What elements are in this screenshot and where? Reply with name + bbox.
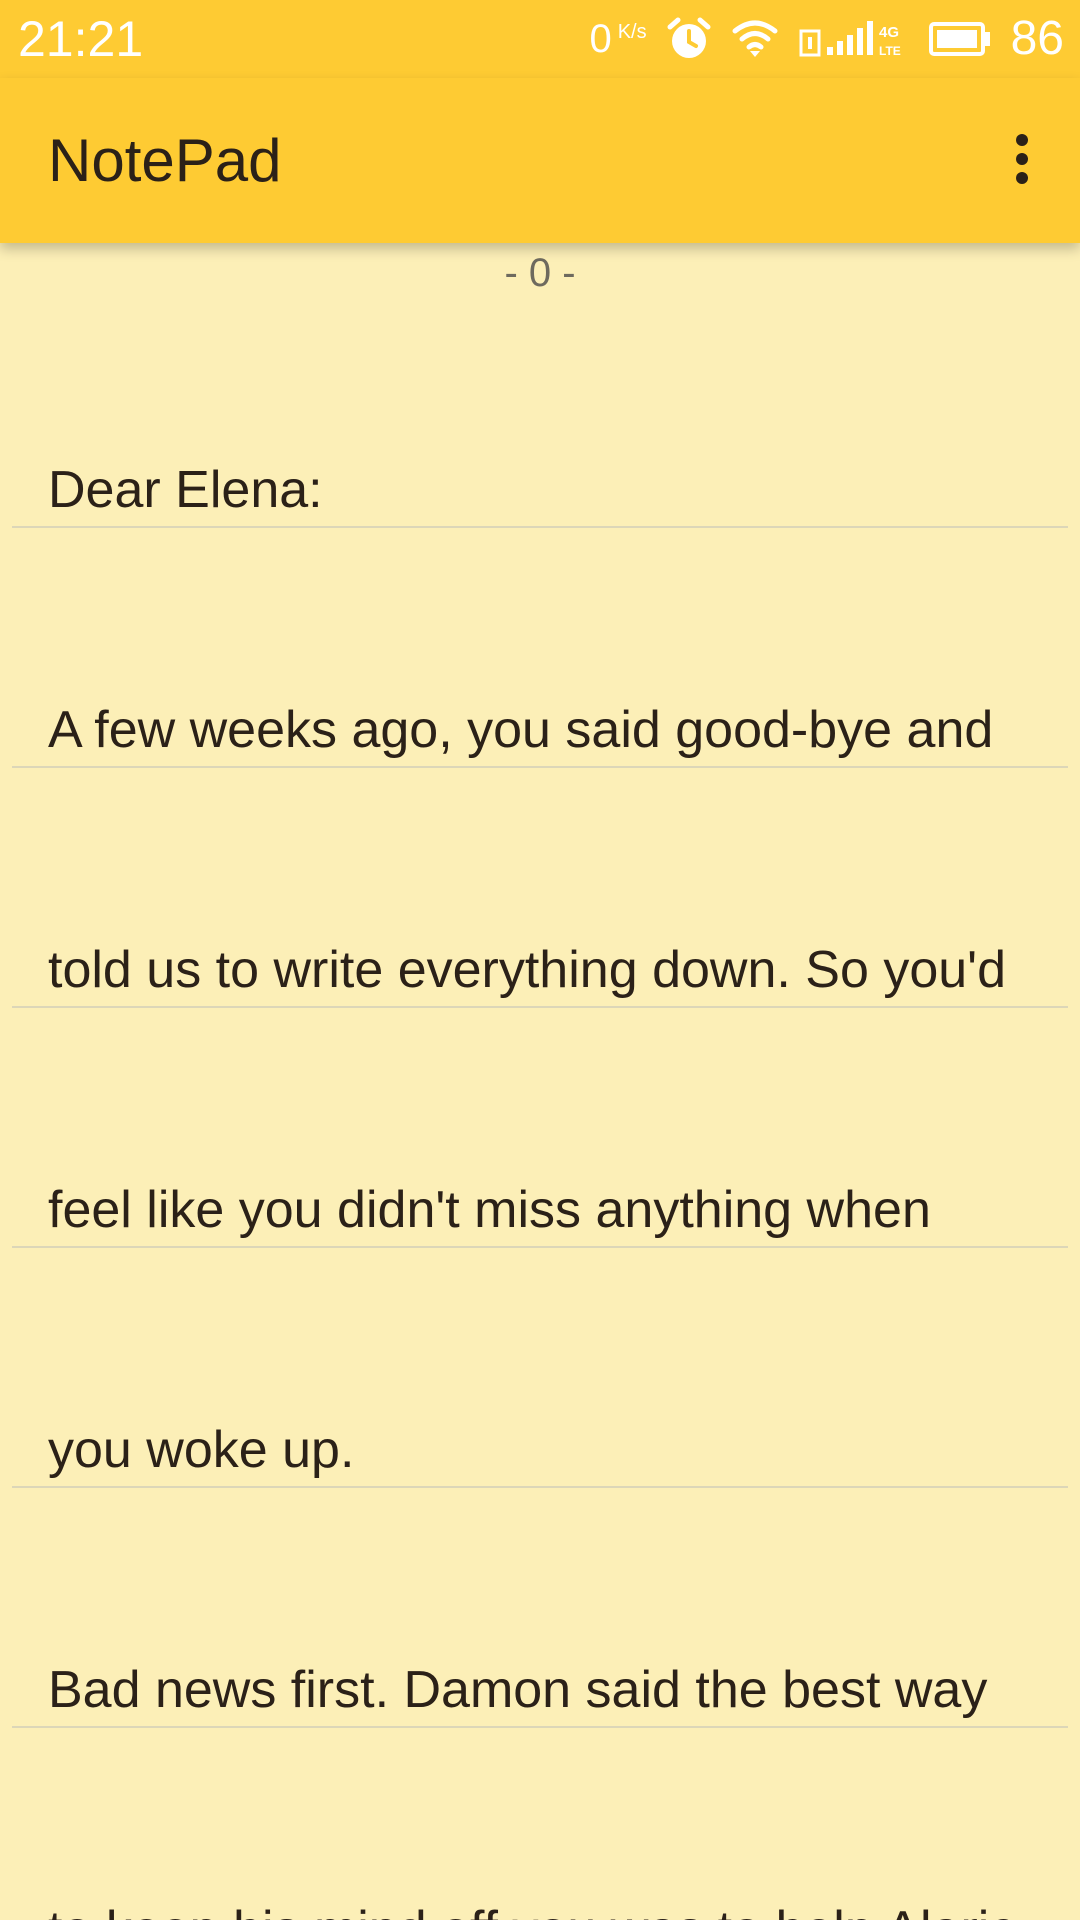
note-line: A few weeks ago, you said good-bye and xyxy=(12,528,1068,768)
app-bar: NotePad xyxy=(0,78,1080,243)
status-bar: 21:21 0 K/s 4G LTE 86 xyxy=(0,0,1080,78)
network-speed-value: 0 xyxy=(589,17,612,61)
network-speed: 0 K/s xyxy=(589,17,646,61)
wifi-icon xyxy=(731,19,779,59)
network-speed-unit: K/s xyxy=(617,21,647,43)
more-options-button[interactable] xyxy=(992,126,1052,196)
status-time: 21:21 xyxy=(18,11,144,67)
notepad-screen: 21:21 0 K/s 4G LTE 86 NotePad - 0 - Dear… xyxy=(0,0,1080,1920)
note-line: to keep his mind off you was to help Ala… xyxy=(12,1728,1068,1920)
note-editor[interactable]: Dear Elena: A few weeks ago, you said go… xyxy=(0,288,1080,1920)
note-line: told us to write everything down. So you… xyxy=(12,768,1068,1008)
note-line-text: you woke up. xyxy=(48,1421,355,1479)
note-line: you woke up. xyxy=(12,1248,1068,1488)
signal-icon: 4G LTE xyxy=(799,19,909,59)
more-vert-icon xyxy=(1014,133,1030,190)
battery-level: 86 xyxy=(1010,12,1064,65)
note-line-text: A few weeks ago, you said good-bye and xyxy=(48,701,994,759)
note-line: Dear Elena: xyxy=(12,288,1068,528)
svg-text:4G: 4G xyxy=(879,24,899,41)
status-icons: 0 K/s 4G LTE 86 xyxy=(589,8,1064,70)
note-line: feel like you didn't miss anything when xyxy=(12,1008,1068,1248)
note-line-text: to keep his mind off you was to help Ala… xyxy=(48,1898,1015,1920)
note-line-text: feel like you didn't miss anything when xyxy=(48,1181,931,1239)
note-line-text: told us to write everything down. So you… xyxy=(48,941,1007,999)
note-line-text: Dear Elena: xyxy=(48,461,323,519)
note-line: Bad news first. Damon said the best way xyxy=(12,1488,1068,1728)
svg-text:LTE: LTE xyxy=(879,44,901,58)
app-title: NotePad xyxy=(48,127,282,194)
battery-icon xyxy=(928,21,991,57)
note-line-text: Bad news first. Damon said the best way xyxy=(48,1661,988,1719)
alarm-icon xyxy=(667,17,711,61)
